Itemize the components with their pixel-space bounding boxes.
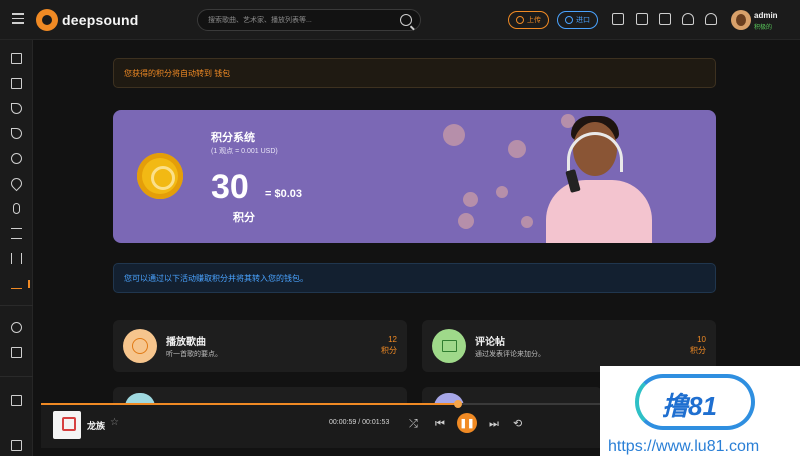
main-content: 您获得的积分将自动转到 钱包 积分系统 (1 观点 = 0.001 USD) 3… bbox=[33, 40, 800, 407]
store-icon[interactable] bbox=[11, 347, 22, 358]
menu-icon[interactable] bbox=[12, 13, 24, 25]
playback-time: 00:00:59 / 00:01:53 bbox=[329, 419, 390, 426]
import-button[interactable]: 进口 bbox=[557, 11, 598, 29]
active-indicator bbox=[28, 280, 30, 288]
activity-card-comment: 评论帖 通过发表评论来加分。 10 积分 bbox=[422, 320, 716, 372]
music-note-icon[interactable] bbox=[11, 103, 22, 114]
points-icon[interactable] bbox=[11, 278, 22, 289]
activity-desc: 通过发表评论来加分。 bbox=[475, 351, 545, 358]
banner-rate: (1 观点 = 0.001 USD) bbox=[211, 148, 278, 155]
points-value: 30 bbox=[211, 168, 249, 206]
favorite-star-icon[interactable]: ☆ bbox=[110, 417, 119, 428]
playlist-sidebar-icon[interactable] bbox=[11, 228, 22, 239]
points-usd-value: = $0.03 bbox=[265, 188, 303, 200]
dashboard-icon[interactable] bbox=[11, 53, 22, 64]
logo[interactable]: deepsound bbox=[36, 9, 138, 31]
logo-text: deepsound bbox=[62, 12, 139, 28]
import-label: 进口 bbox=[576, 17, 590, 24]
upload-label: 上传 bbox=[527, 17, 541, 24]
banner-title: 积分系统 bbox=[211, 132, 255, 144]
play-icon bbox=[123, 329, 157, 363]
upload-button[interactable]: 上传 bbox=[508, 11, 549, 29]
decor-bubble bbox=[463, 192, 478, 207]
points-banner: 积分系统 (1 观点 = 0.001 USD) 30 = $0.03 积分 bbox=[113, 110, 716, 243]
activity-card-play: 播放歌曲 听一首歌的要点。 12 积分 bbox=[113, 320, 407, 372]
waveform-icon[interactable] bbox=[11, 253, 22, 264]
user-name[interactable]: admin bbox=[754, 11, 778, 20]
avatar[interactable] bbox=[731, 10, 751, 30]
elapsed-time: 00:00:59 bbox=[329, 419, 357, 426]
wallet-notice: 您获得的积分将自动转到 钱包 bbox=[113, 58, 716, 88]
decor-bubble bbox=[508, 140, 526, 158]
activity-points: 10 积分 bbox=[690, 334, 706, 356]
activity-points-unit: 积分 bbox=[690, 346, 706, 355]
activity-points-unit: 积分 bbox=[381, 346, 397, 355]
song-title[interactable]: 龙族 bbox=[87, 419, 105, 432]
activity-title: 播放歌曲 bbox=[166, 337, 206, 348]
microphone-icon[interactable] bbox=[13, 203, 20, 214]
album-cover[interactable] bbox=[53, 411, 81, 439]
earn-info-notice: 您可以通过以下活动赚取积分并将其转入您的钱包。 bbox=[113, 263, 716, 293]
watermark-url: https://www.lu81.com bbox=[608, 438, 760, 455]
watermark: 撸81 https://www.lu81.com bbox=[600, 366, 800, 456]
top-bar: deepsound 上传 进口 admin 积极的 bbox=[0, 0, 800, 40]
playlist-icon[interactable] bbox=[612, 13, 624, 25]
songs-icon[interactable] bbox=[11, 128, 22, 139]
activity-title: 评论帖 bbox=[475, 337, 505, 348]
upload-icon bbox=[516, 16, 524, 24]
import-icon bbox=[565, 16, 573, 24]
coin-icon bbox=[137, 153, 183, 199]
user-status: 积极的 bbox=[754, 25, 773, 31]
total-time: 00:01:53 bbox=[362, 419, 390, 426]
sidebar bbox=[0, 40, 33, 456]
shuffle-icon[interactable]: ⤮ bbox=[409, 418, 418, 430]
notification-bell-icon[interactable] bbox=[682, 13, 694, 25]
banner-illustration bbox=[528, 110, 698, 243]
previous-icon[interactable]: ⏮ bbox=[435, 418, 445, 430]
comment-icon bbox=[432, 329, 466, 363]
activity-points-value: 12 bbox=[388, 335, 397, 344]
home-icon[interactable] bbox=[659, 13, 671, 25]
activity-desc: 听一首歌的要点。 bbox=[166, 351, 222, 358]
search-icon[interactable] bbox=[400, 14, 412, 26]
progress-knob[interactable] bbox=[454, 400, 463, 408]
decor-bubble bbox=[443, 124, 465, 146]
add-user-icon[interactable] bbox=[705, 13, 717, 25]
activity-points-value: 10 bbox=[697, 335, 706, 344]
points-unit: 积分 bbox=[233, 212, 255, 224]
video-icon[interactable] bbox=[11, 440, 22, 451]
calendar-icon[interactable] bbox=[11, 395, 22, 406]
watermark-brand: 撸81 bbox=[662, 391, 717, 421]
next-icon[interactable]: ⏭ bbox=[489, 418, 499, 430]
location-icon[interactable] bbox=[8, 175, 25, 192]
discover-icon[interactable] bbox=[11, 322, 22, 333]
search-box[interactable] bbox=[197, 9, 421, 31]
sidebar-divider bbox=[0, 305, 33, 306]
person-body bbox=[546, 180, 652, 243]
decor-bubble bbox=[496, 186, 508, 198]
pause-button[interactable]: ❚❚ bbox=[457, 413, 477, 433]
messages-icon[interactable] bbox=[636, 13, 648, 25]
progress-fill bbox=[41, 403, 459, 405]
decor-bubble bbox=[458, 213, 474, 229]
repeat-icon[interactable]: ⟲ bbox=[513, 418, 522, 430]
album-icon[interactable] bbox=[11, 153, 22, 164]
sidebar-divider bbox=[0, 376, 33, 377]
activity-points: 12 积分 bbox=[381, 334, 397, 356]
search-input[interactable] bbox=[208, 13, 388, 28]
library-icon[interactable] bbox=[11, 78, 22, 89]
headphone-logo-icon bbox=[36, 9, 58, 31]
